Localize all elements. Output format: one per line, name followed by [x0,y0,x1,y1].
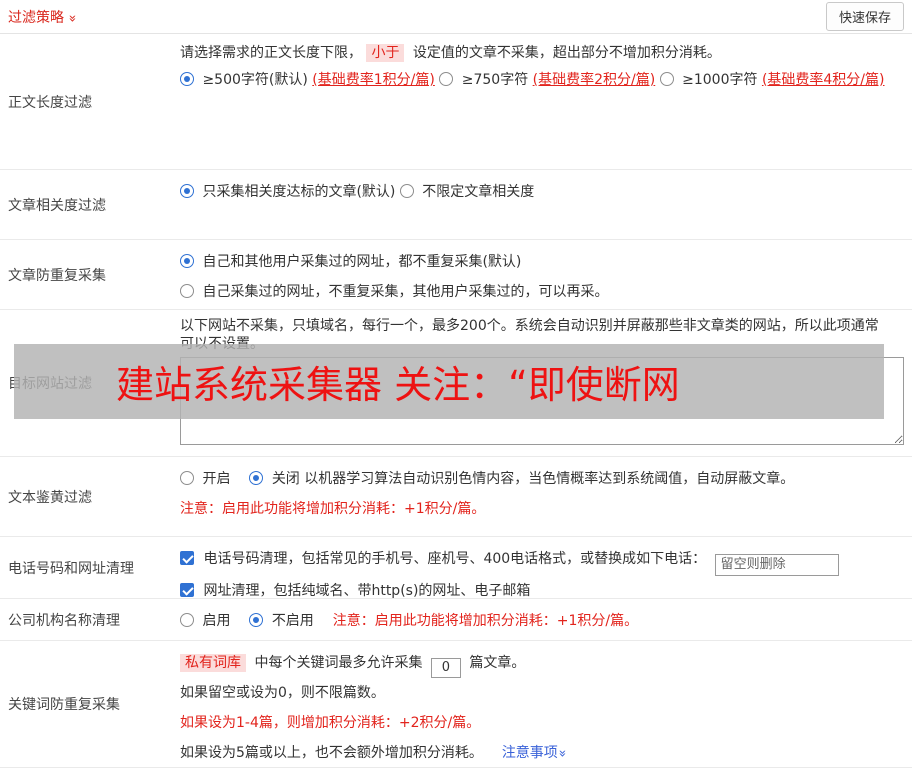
porn-option-on[interactable]: 开启 [180,471,235,487]
page-title[interactable]: 过滤策略 » [8,7,80,27]
option-label: ≥750字符 [461,72,533,88]
body-length-intro: 请选择需求的正文长度下限， 小于 设定值的文章不采集，超出部分不增加积分消耗。 [180,43,904,63]
phone-cleanup-line: 电话号码清理，包括常见的手机号、座机号、400电话格式，或替换成如下电话： [180,544,904,576]
option-label: 自己和其他用户采集过的网址，都不重复采集(默认) [202,254,522,270]
chevron-down-icon: » [554,749,570,758]
option-label: ≥1000字符 [682,72,762,88]
keyword-limit-text: 中每个关键词最多允许采集 [254,655,423,671]
row-label-target-site: 目标网站过滤 [8,376,92,392]
blocked-sites-textarea[interactable] [180,357,904,445]
page-header: 过滤策略 » 快速保存 [0,0,912,34]
keyword-note-five-text: 如果设为5篇或以上，也不会额外增加积分消耗。 [180,745,483,761]
checkbox-icon[interactable] [180,551,194,565]
url-cleanup-line: 网址清理，包括纯域名、带http(s)的网址、电子邮箱 [180,576,904,599]
option-fee-note: (基础费率4积分/篇) [761,72,885,88]
company-cost-note: 注意：启用此功能将增加积分消耗：+1积分/篇。 [332,613,639,629]
row-content-relevance: 只采集相关度达标的文章(默认) 不限定文章相关度 [180,170,912,239]
radio-icon[interactable] [249,471,264,485]
radio-icon[interactable] [180,613,194,627]
intro-highlight-less-than: 小于 [366,44,405,62]
row-content-phone-url: 电话号码清理，包括常见的手机号、座机号、400电话格式，或替换成如下电话： 网址… [180,537,912,598]
option-label: 电话号码清理，包括常见的手机号、座机号、400电话格式，或替换成如下电话： [203,551,707,567]
private-lexicon-highlight: 私有词库 [180,654,246,672]
row-company-cleanup: 公司机构名称清理 启用 不启用 注意：启用此功能将增加积分消耗：+1积分/篇。 [0,599,912,641]
option-label: 开启 [202,471,231,487]
keyword-note-zero: 如果留空或设为0，则不限篇数。 [180,685,385,701]
filter-strategy-page: 过滤策略 » 快速保存 正文长度过滤 请选择需求的正文长度下限， 小于 设定值的… [0,0,912,768]
option-fee-note: (基础费率1积分/篇) [312,72,435,88]
row-content-keyword: 私有词库 中每个关键词最多允许采集 篇文章。 如果留空或设为0，则不限篇数。 如… [180,641,912,767]
notes-link-text: 注意事项 [501,745,558,761]
radio-icon[interactable] [180,284,194,298]
company-option-on[interactable]: 启用 [180,613,235,629]
length-option-750[interactable]: ≥750字符 (基础费率2积分/篇) [439,72,659,88]
radio-icon[interactable] [439,72,454,86]
option-label: 只采集相关度达标的文章(默认) [202,184,396,200]
row-relevance-filter: 文章相关度过滤 只采集相关度达标的文章(默认) 不限定文章相关度 [0,170,912,240]
option-label: 自己采集过的网址，不重复采集，其他用户采集过的，可以再采。 [202,284,609,300]
row-label-porn: 文本鉴黄过滤 [8,489,92,506]
row-content-body-length: 请选择需求的正文长度下限， 小于 设定值的文章不采集，超出部分不增加积分消耗。 … [180,34,912,169]
radio-icon[interactable] [659,72,674,86]
row-label-relevance: 文章相关度过滤 [8,197,106,214]
dedupe-option-self-only[interactable]: 自己采集过的网址，不重复采集，其他用户采集过的，可以再采。 [180,284,608,300]
url-cleanup-option[interactable]: 网址清理，包括纯域名、带http(s)的网址、电子邮箱 [180,582,531,599]
target-site-intro: 以下网站不采集，只填域名，每行一个，最多200个。系统会自动识别并屏蔽那些非文章… [180,318,879,352]
option-label: ≥500字符(默认) [202,72,313,88]
row-label-body-length: 正文长度过滤 [8,94,92,111]
notes-link[interactable]: 注意事项» [501,745,570,761]
length-option-500[interactable]: ≥500字符(默认) (基础费率1积分/篇) [180,72,439,88]
row-body-length-filter: 正文长度过滤 请选择需求的正文长度下限， 小于 设定值的文章不采集，超出部分不增… [0,34,912,170]
dedupe-option-global[interactable]: 自己和其他用户采集过的网址，都不重复采集(默认) [180,254,521,270]
row-porn-filter: 文本鉴黄过滤 开启 关闭 以机器学习算法自动识别色情内容，当色情概率达到系统阈值… [0,457,912,537]
row-label-company: 公司机构名称清理 [8,612,120,629]
length-option-1000[interactable]: ≥1000字符 (基础费率4积分/篇) [659,72,885,88]
row-label-keyword: 关键词防重复采集 [8,697,120,713]
relevance-option-strict[interactable]: 只采集相关度达标的文章(默认) [180,184,400,200]
keyword-note-five: 如果设为5篇或以上，也不会额外增加积分消耗。 注意事项» [180,738,904,767]
radio-icon[interactable] [180,471,194,485]
row-content-company: 启用 不启用 注意：启用此功能将增加积分消耗：+1积分/篇。 [180,599,912,640]
row-content-dedupe: 自己和其他用户采集过的网址，都不重复采集(默认) 自己采集过的网址，不重复采集，… [180,240,912,309]
option-label: 不限定文章相关度 [422,184,535,200]
intro-text-pre: 请选择需求的正文长度下限， [180,45,362,61]
radio-icon[interactable] [180,72,194,86]
chevron-down-icon: » [64,14,80,22]
option-label: 关闭 [271,471,300,487]
keyword-count-input[interactable] [430,657,461,678]
porn-description: 以机器学习算法自动识别色情内容，当色情概率达到系统阈值，自动屏蔽文章。 [304,471,795,487]
porn-cost-note: 注意：启用此功能将增加积分消耗：+1积分/篇。 [180,501,486,517]
page-title-text: 过滤策略 [8,9,64,26]
option-fee-note: (基础费率2积分/篇) [532,72,656,88]
row-label-dedupe: 文章防重复采集 [8,267,106,284]
company-option-off[interactable]: 不启用 [249,613,318,629]
radio-icon[interactable] [180,254,194,268]
company-options-line: 启用 不启用 注意：启用此功能将增加积分消耗：+1积分/篇。 [180,606,904,636]
option-label: 不启用 [271,613,314,629]
quick-save-button[interactable]: 快速保存 [825,2,904,31]
row-target-site-filter: 目标网站过滤 以下网站不采集，只填域名，每行一个，最多200个。系统会自动识别并… [0,310,912,457]
row-dedupe-filter: 文章防重复采集 自己和其他用户采集过的网址，都不重复采集(默认) 自己采集过的网… [0,240,912,310]
row-phone-url-cleanup: 电话号码和网址清理 电话号码清理，包括常见的手机号、座机号、400电话格式，或替… [0,537,912,599]
row-content-target-site: 以下网站不采集，只填域名，每行一个，最多200个。系统会自动识别并屏蔽那些非文章… [180,310,912,456]
option-label: 启用 [202,613,231,629]
phone-cleanup-option[interactable]: 电话号码清理，包括常见的手机号、座机号、400电话格式，或替换成如下电话： [180,551,711,567]
row-content-porn: 开启 关闭 以机器学习算法自动识别色情内容，当色情概率达到系统阈值，自动屏蔽文章… [180,457,912,536]
row-keyword-dedupe: 关键词防重复采集 私有词库 中每个关键词最多允许采集 篇文章。 如果留空或设为0… [0,641,912,768]
option-label: 网址清理，包括纯域名、带http(s)的网址、电子邮箱 [203,582,531,599]
row-label-phone-url: 电话号码和网址清理 [8,560,134,577]
replacement-phone-input[interactable] [714,553,839,576]
keyword-limit-suffix: 篇文章。 [469,655,526,671]
radio-icon[interactable] [180,184,194,198]
porn-options-line: 开启 关闭 以机器学习算法自动识别色情内容，当色情概率达到系统阈值，自动屏蔽文章… [180,464,904,494]
keyword-cost-note: 如果设为1-4篇，则增加积分消耗：+2积分/篇。 [180,715,481,731]
porn-option-off[interactable]: 关闭 [249,471,304,487]
relevance-option-any[interactable]: 不限定文章相关度 [399,184,535,200]
keyword-limit-line: 私有词库 中每个关键词最多允许采集 篇文章。 [180,648,904,678]
radio-icon[interactable] [249,613,264,627]
intro-text-post: 设定值的文章不采集，超出部分不增加积分消耗。 [412,45,721,61]
radio-icon[interactable] [399,184,414,198]
checkbox-icon[interactable] [180,582,194,597]
